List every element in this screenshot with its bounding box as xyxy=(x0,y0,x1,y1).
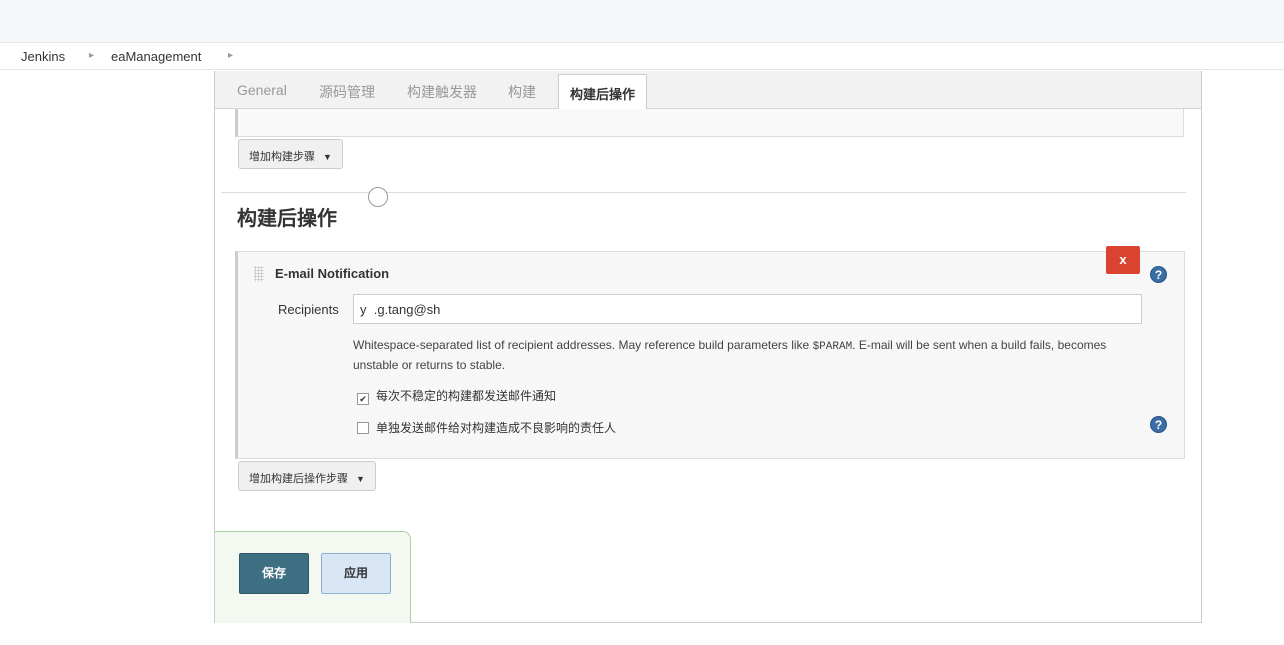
bottom-action-bar: 保存 应用 xyxy=(215,531,411,623)
tab-source-control[interactable]: 源码管理 xyxy=(319,82,375,102)
breadcrumb: Jenkins ▸ eaManagement ▸ xyxy=(0,42,1284,70)
email-notification-box: E-mail Notification x ? Recipients White… xyxy=(235,246,1185,459)
breadcrumb-jenkins[interactable]: Jenkins xyxy=(21,49,65,64)
checkbox-row-unstable[interactable]: ✔ 每次不稳定的构建都发送邮件通知 xyxy=(357,387,556,405)
breadcrumb-separator-icon: ▸ xyxy=(89,50,95,61)
help-icon[interactable]: ? xyxy=(1150,266,1167,283)
add-build-step-button[interactable]: 增加构建步骤 ▼ xyxy=(238,139,343,169)
breadcrumb-project[interactable]: eaManagement xyxy=(111,49,201,64)
checkbox-unchecked-icon[interactable] xyxy=(357,422,369,434)
checkbox-checked-icon[interactable]: ✔ xyxy=(357,393,369,405)
tab-bar: General 源码管理 构建触发器 构建 构建后操作 xyxy=(215,71,1201,110)
build-steps-box xyxy=(235,109,1184,137)
delete-button[interactable]: x xyxy=(1106,246,1140,274)
recipients-description: Whitespace-separated list of recipient a… xyxy=(353,336,1143,374)
tab-general[interactable]: General xyxy=(237,82,287,98)
description-text-start: Whitespace-separated list of recipient a… xyxy=(353,338,813,352)
caret-down-icon: ▼ xyxy=(356,474,365,484)
add-build-step-label: 增加构建步骤 xyxy=(249,151,315,163)
email-notification-title: E-mail Notification xyxy=(275,266,390,281)
top-bar xyxy=(0,0,1284,42)
config-panel: General 源码管理 构建触发器 构建 构建后操作 增加构建步骤 ▼ 构建后操… xyxy=(214,71,1202,623)
tab-build-triggers[interactable]: 构建触发器 xyxy=(407,82,477,102)
apply-button[interactable]: 应用 xyxy=(321,553,391,594)
breadcrumb-separator-icon: ▸ xyxy=(228,50,234,61)
add-post-build-step-button[interactable]: 增加构建后操作步骤 ▼ xyxy=(238,461,376,491)
drag-handle-icon[interactable] xyxy=(254,266,264,282)
caret-down-icon: ▼ xyxy=(323,152,332,162)
circle-icon xyxy=(368,187,388,207)
checkbox-unstable-label: 每次不稳定的构建都发送邮件通知 xyxy=(376,389,557,403)
add-post-build-step-label: 增加构建后操作步骤 xyxy=(249,473,348,485)
save-button[interactable]: 保存 xyxy=(239,553,309,594)
tab-post-build[interactable]: 构建后操作 xyxy=(558,74,648,110)
post-build-section-title: 构建后操作 xyxy=(237,208,337,230)
description-param-code: $PARAM xyxy=(812,341,853,353)
help-icon[interactable]: ? xyxy=(1150,416,1167,433)
checkbox-row-individual[interactable]: 单独发送邮件给对构建造成不良影响的责任人 xyxy=(357,419,616,436)
recipients-label: Recipients xyxy=(278,302,339,317)
checkbox-individual-label: 单独发送邮件给对构建造成不良影响的责任人 xyxy=(376,421,617,435)
tab-build[interactable]: 构建 xyxy=(508,82,536,102)
section-divider xyxy=(221,192,1186,193)
recipients-input[interactable] xyxy=(353,294,1142,324)
